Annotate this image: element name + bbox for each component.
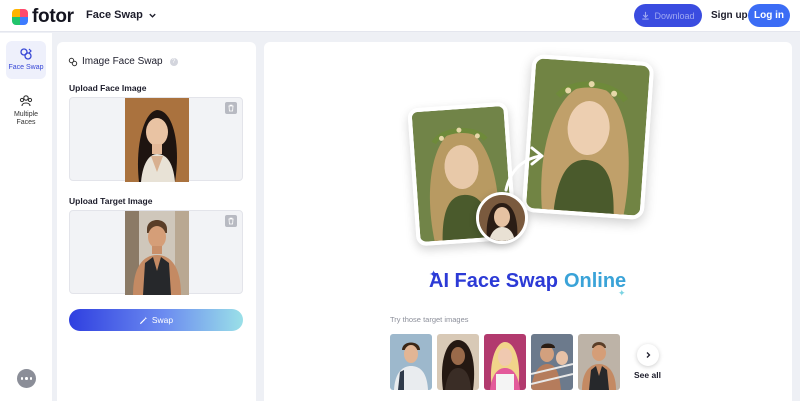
signup-link[interactable]: Sign up (711, 10, 748, 21)
rail-item-label: Face Swap (8, 64, 44, 71)
swap-arrow-icon (504, 146, 544, 192)
chevron-right-icon (646, 352, 651, 358)
chevron-down-icon (149, 13, 156, 18)
login-button[interactable]: Log in (748, 4, 790, 27)
result-portrait-card (521, 53, 655, 221)
preview-stage: ✦ AI Face Swap Online ✦ Try those target… (264, 42, 792, 401)
download-label: Download (654, 10, 695, 21)
more-icon (20, 377, 24, 380)
target-image-thumbnail (125, 211, 189, 295)
download-icon (642, 11, 650, 20)
rail-item-face-swap[interactable]: Face Swap (6, 41, 46, 79)
logo-text: fotor (32, 6, 74, 27)
target-image-strip (390, 334, 620, 390)
tool-rail: Face Swap Multiple Faces (0, 33, 52, 401)
upload-target-label: Upload Target Image (69, 196, 153, 206)
trash-icon (228, 104, 234, 112)
top-bar: fotor Face Swap Download Sign up Log in (0, 0, 800, 32)
headline-accent: Online (563, 270, 627, 292)
product-menu-dropdown[interactable]: Face Swap (86, 9, 157, 21)
upload-face-dropzone[interactable] (69, 97, 243, 182)
target-thumbnail-1[interactable] (390, 334, 432, 390)
help-icon[interactable]: ? (169, 57, 178, 66)
download-button[interactable]: Download (634, 4, 702, 27)
try-targets-label: Try those target images (390, 315, 469, 324)
more-options-button[interactable] (17, 369, 36, 388)
headline-main: AI Face Swap (429, 270, 558, 292)
face-swap-icon (20, 48, 32, 60)
upload-face-label: Upload Face Image (69, 83, 147, 93)
panel-title: Image Face Swap ? (68, 56, 178, 67)
panel-title-text: Image Face Swap (82, 56, 163, 67)
multiple-faces-icon (19, 95, 33, 107)
upload-target-dropzone[interactable] (69, 210, 243, 295)
face-swap-panel: Image Face Swap ? Upload Face Image Uplo… (57, 42, 256, 401)
headline: AI Face Swap Online (429, 270, 626, 293)
rail-item-multiple-faces[interactable]: Multiple Faces (6, 88, 46, 126)
magic-wand-icon (139, 316, 148, 324)
fotor-logo[interactable]: fotor (12, 6, 74, 28)
target-thumbnail-2[interactable] (437, 334, 479, 390)
swap-label: Swap (151, 315, 174, 325)
rail-item-label: Multiple Faces (13, 111, 39, 126)
fotor-logo-icon (12, 9, 28, 25)
face-image-thumbnail (125, 98, 189, 182)
next-targets-button[interactable] (637, 344, 659, 366)
swap-button[interactable]: Swap (69, 309, 243, 331)
see-all-link[interactable]: See all (634, 370, 661, 380)
trash-icon (228, 217, 234, 225)
face-swap-icon (68, 57, 78, 66)
face-source-avatar (476, 192, 528, 244)
target-thumbnail-3[interactable] (484, 334, 526, 390)
delete-target-image-button[interactable] (225, 215, 237, 227)
product-menu-label: Face Swap (86, 9, 143, 21)
delete-face-image-button[interactable] (225, 102, 237, 114)
sparkle-icon: ✦ (618, 288, 626, 298)
target-thumbnail-4[interactable] (531, 334, 573, 390)
target-thumbnail-5[interactable] (578, 334, 620, 390)
